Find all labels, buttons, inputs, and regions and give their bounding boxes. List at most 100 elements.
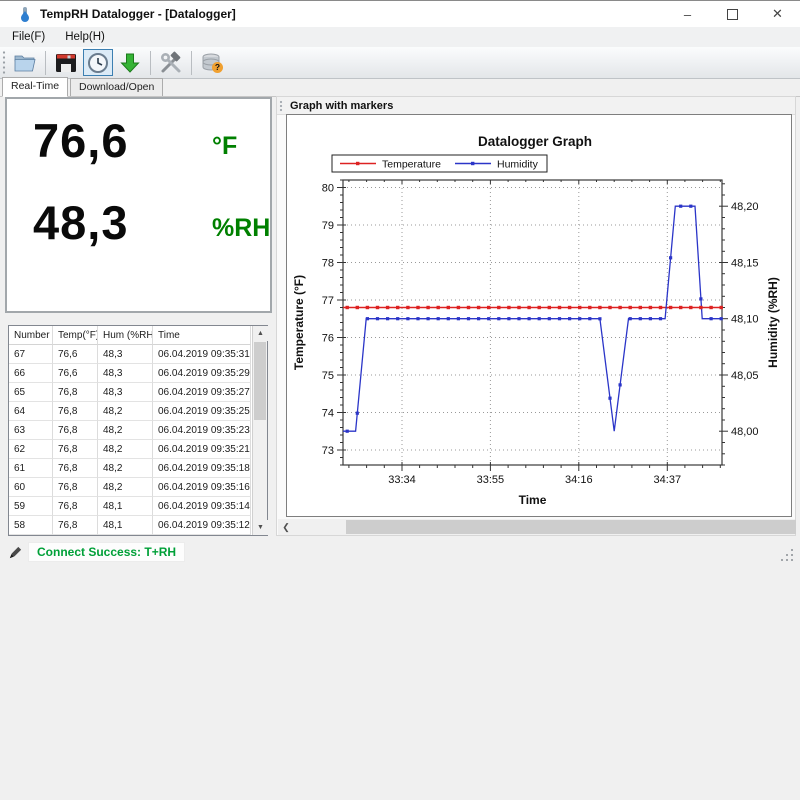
device-info-button[interactable]: ? [197, 49, 227, 76]
table-cell: 48,2 [98, 459, 153, 478]
table-cell: 76,8 [53, 383, 98, 402]
tab-real-time[interactable]: Real-Time [2, 77, 68, 97]
table-cell: 63 [9, 421, 53, 440]
settings-tools-button[interactable] [156, 49, 186, 76]
humidity-unit: %RH [212, 214, 270, 243]
datalogger-chart: 737475767778798048,0048,0548,1048,1548,2… [286, 114, 792, 517]
table-cell: 06.04.2019 09:35:31 [153, 345, 251, 364]
scrollbar-thumb[interactable] [254, 342, 266, 420]
download-arrow-icon [118, 51, 142, 75]
table-row[interactable]: 6676,648,306.04.2019 09:35:29 [9, 364, 267, 383]
table-cell: 06.04.2019 09:35:18 [153, 459, 251, 478]
table-cell: 06.04.2019 09:35:16 [153, 478, 251, 497]
table-cell: 76,6 [53, 364, 98, 383]
open-file-button[interactable] [10, 49, 40, 76]
table-row[interactable]: 5876,848,106.04.2019 09:35:12 [9, 516, 267, 535]
table-cell: 48,2 [98, 440, 153, 459]
graph-panel-title: Graph with markers [290, 100, 393, 112]
table-cell: 06.04.2019 09:35:27 [153, 383, 251, 402]
scrollbar-thumb[interactable] [346, 520, 796, 534]
table-cell: 62 [9, 440, 53, 459]
table-row[interactable]: 6276,848,206.04.2019 09:35:21 [9, 440, 267, 459]
table-vertical-scrollbar[interactable]: ▲ ▼ [252, 326, 267, 535]
table-cell: 48,3 [98, 345, 153, 364]
resize-grip[interactable] [779, 547, 795, 563]
window-title: TempRH Datalogger - [Datalogger] [40, 7, 236, 21]
clock-realtime-icon [86, 51, 110, 75]
menu-help[interactable]: Help(H) [55, 31, 115, 43]
col-time[interactable]: Time [153, 326, 251, 345]
table-cell: 48,2 [98, 421, 153, 440]
svg-text:33:55: 33:55 [477, 474, 505, 486]
tab-strip: Real-Time Download/Open [0, 78, 800, 97]
svg-text:33:34: 33:34 [388, 474, 416, 486]
col-number[interactable]: Number [9, 326, 53, 345]
save-floppy-icon [54, 51, 78, 75]
table-cell: 67 [9, 345, 53, 364]
table-header: Number Temp(°F) Hum (%RH) Time [9, 326, 267, 345]
table-cell: 59 [9, 497, 53, 516]
table-row[interactable]: 6776,648,306.04.2019 09:35:31 [9, 345, 267, 364]
open-folder-icon [13, 51, 37, 75]
graph-horizontal-scrollbar[interactable]: ❮ ❯ [278, 519, 795, 535]
svg-text:78: 78 [322, 258, 334, 270]
graph-panel: Graph with markers 737475767778798048,00… [276, 96, 796, 536]
panel-grip[interactable] [279, 100, 284, 112]
table-cell: 76,6 [53, 345, 98, 364]
svg-text:73: 73 [322, 445, 334, 457]
table-cell: 60 [9, 478, 53, 497]
col-hum[interactable]: Hum (%RH) [98, 326, 153, 345]
menu-file[interactable]: File(F) [0, 31, 55, 43]
svg-text:75: 75 [322, 370, 334, 382]
toolbar-grip[interactable] [2, 50, 9, 76]
scroll-down-icon[interactable]: ▼ [253, 520, 268, 535]
svg-text:74: 74 [322, 408, 334, 420]
app-icon [17, 6, 33, 22]
scroll-up-icon[interactable]: ▲ [253, 326, 268, 341]
database-help-icon: ? [200, 51, 224, 75]
table-row[interactable]: 6476,848,206.04.2019 09:35:25 [9, 402, 267, 421]
connector-pen-icon [8, 545, 23, 560]
download-button[interactable] [115, 49, 145, 76]
menu-bar: File(F) Help(H) [0, 27, 800, 47]
table-row[interactable]: 6576,848,306.04.2019 09:35:27 [9, 383, 267, 402]
table-row[interactable]: 6376,848,206.04.2019 09:35:23 [9, 421, 267, 440]
svg-text:48,05: 48,05 [731, 370, 759, 382]
table-row[interactable]: 5976,848,106.04.2019 09:35:14 [9, 497, 267, 516]
table-row[interactable]: 6076,848,206.04.2019 09:35:16 [9, 478, 267, 497]
scroll-left-icon[interactable]: ❮ [278, 519, 294, 535]
table-cell: 48,2 [98, 402, 153, 421]
maximize-button[interactable] [710, 1, 755, 27]
svg-text:Datalogger Graph: Datalogger Graph [478, 134, 592, 149]
table-cell: 76,8 [53, 402, 98, 421]
scrollbar-track[interactable] [294, 519, 779, 535]
close-button[interactable]: ✕ [755, 1, 800, 27]
realtime-clock-button[interactable] [83, 49, 113, 76]
table-cell: 64 [9, 402, 53, 421]
table-cell: 76,8 [53, 497, 98, 516]
table-cell: 61 [9, 459, 53, 478]
maximize-icon [727, 9, 738, 20]
svg-text:Time: Time [519, 493, 547, 507]
live-readout-panel: 76,6 °F 48,3 %RH [5, 97, 272, 313]
svg-text:76: 76 [322, 333, 334, 345]
svg-text:Humidity: Humidity [497, 159, 539, 171]
svg-text:?: ? [215, 62, 220, 72]
table-cell: 48,2 [98, 478, 153, 497]
toolbar-separator [150, 51, 151, 75]
svg-text:Humidity (%RH): Humidity (%RH) [766, 277, 780, 368]
save-button[interactable] [51, 49, 81, 76]
table-cell: 76,8 [53, 459, 98, 478]
svg-text:48,00: 48,00 [731, 426, 759, 438]
col-temp[interactable]: Temp(°F) [53, 326, 98, 345]
toolbar: ? [0, 47, 800, 79]
svg-text:80: 80 [322, 183, 334, 195]
table-row[interactable]: 6176,848,206.04.2019 09:35:18 [9, 459, 267, 478]
table-cell: 76,8 [53, 478, 98, 497]
table-cell: 48,3 [98, 364, 153, 383]
minimize-button[interactable]: – [665, 1, 710, 27]
tab-download-open[interactable]: Download/Open [70, 78, 163, 96]
chart-canvas: 737475767778798048,0048,0548,1048,1548,2… [287, 115, 791, 516]
table-cell: 66 [9, 364, 53, 383]
svg-text:77: 77 [322, 295, 334, 307]
